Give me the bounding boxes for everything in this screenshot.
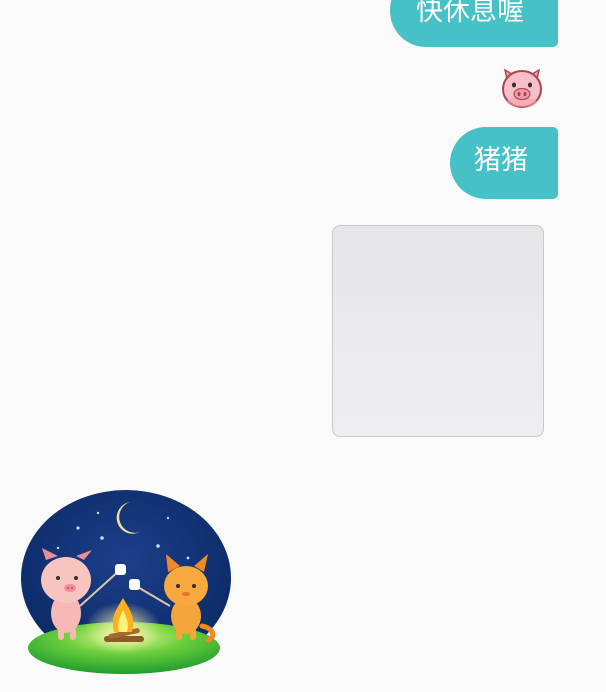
message-text: 快休息喔 [416,0,524,27]
chat-area: 快休息喔 猪猪 [0,0,606,692]
pig-face-icon[interactable] [499,64,545,110]
message-bubble[interactable]: 猪猪 [450,127,558,199]
message-bubble[interactable]: 快休息喔 [390,0,558,47]
image-message-placeholder[interactable] [332,225,544,437]
message-text: 猪猪 [474,145,528,176]
campfire-sticker[interactable] [18,488,234,678]
